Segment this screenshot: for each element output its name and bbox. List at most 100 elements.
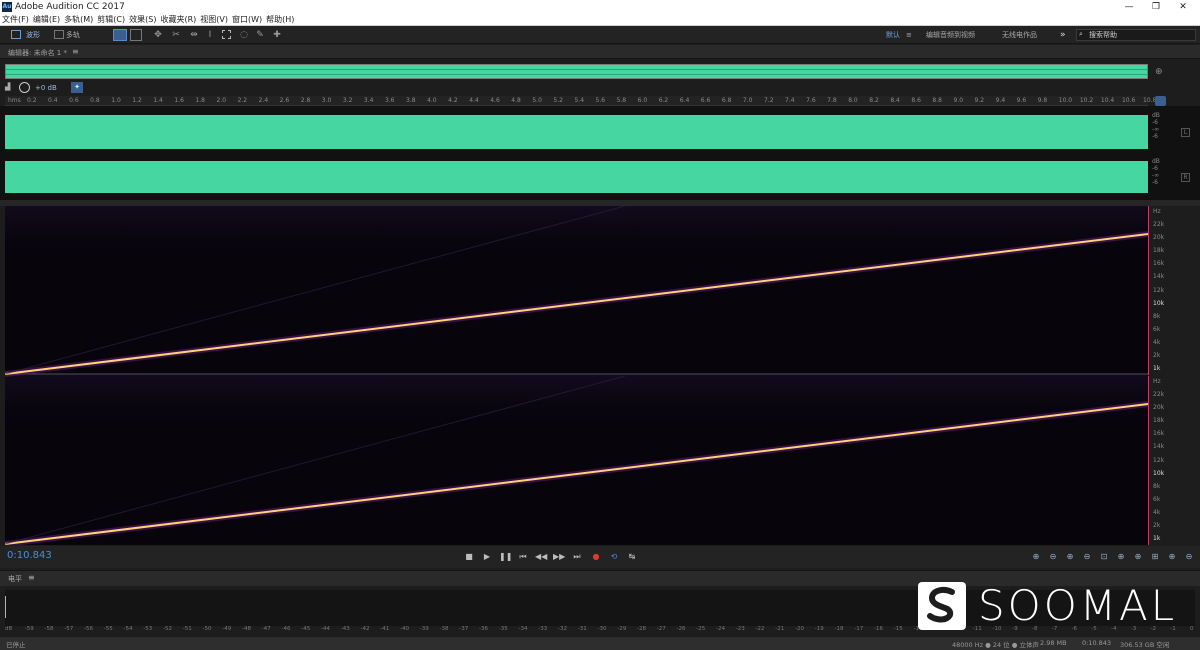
go-to-end-icon[interactable]: ⏭: [571, 551, 583, 563]
menu-help[interactable]: 帮助(H): [264, 14, 296, 26]
hz-tick-label: 22k: [1153, 391, 1165, 399]
pause-icon[interactable]: ❚❚: [499, 551, 512, 563]
panel-menu-icon[interactable]: ≡: [72, 47, 79, 56]
hz-tick-label: 22k: [1153, 221, 1165, 229]
more-workspaces-icon[interactable]: »: [1060, 29, 1066, 41]
lasso-tool-icon[interactable]: ◌: [239, 30, 249, 40]
menu-view[interactable]: 视图(V): [198, 14, 230, 26]
level-scale-label: -29: [617, 626, 627, 632]
level-scale-label: -43: [340, 626, 350, 632]
volume-knob[interactable]: [19, 82, 30, 93]
menu-edit[interactable]: 编辑(E): [31, 14, 62, 26]
ruler-tick-label: 6.0: [637, 97, 648, 104]
waveform-channel-left[interactable]: [5, 112, 1148, 152]
waveform-view-icon: [11, 30, 21, 39]
menu-file[interactable]: 文件(F): [0, 14, 31, 26]
razor-tool-icon[interactable]: ✂: [171, 30, 181, 40]
menu-window[interactable]: 窗口(W): [230, 14, 264, 26]
level-scale-label: dB: [5, 626, 13, 632]
workspace-menu-icon[interactable]: ≡: [906, 29, 912, 41]
levels-title: 电平: [8, 575, 22, 583]
channel-toggle-left[interactable]: L: [1181, 128, 1190, 137]
menu-favorites[interactable]: 收藏夹(R): [158, 14, 198, 26]
time-selection-tool-icon[interactable]: I: [205, 30, 215, 40]
hz-tick-label: 16k: [1153, 430, 1165, 438]
hz-tick-label: 4k: [1153, 508, 1161, 516]
move-tool-icon[interactable]: ✥: [153, 30, 163, 40]
spectral-pitch-button[interactable]: [130, 29, 142, 41]
record-icon[interactable]: ●: [590, 551, 602, 563]
channel-toggle-right[interactable]: R: [1181, 173, 1190, 182]
zoom-selection-icon[interactable]: ⊞: [1148, 551, 1162, 563]
soomal-wordmark: SOOMAL: [978, 581, 1178, 630]
zoom-in-amplitude-icon[interactable]: ⊕: [1029, 551, 1043, 563]
ruler-tick-label: 10.0: [1058, 97, 1073, 104]
marquee-tool-icon[interactable]: [222, 30, 231, 39]
hz-tick-label: Hz: [1153, 378, 1161, 385]
hz-scale-right: Hz 22k 20k 18k 16k 14k 12k 10k 8k 6k 4k 2k 1k: [1148, 376, 1176, 545]
maximize-button[interactable]: ❐: [1143, 0, 1169, 14]
ruler-tick-label: 2.8: [300, 97, 311, 104]
ruler-tick-label: 0.6: [69, 97, 79, 104]
zoom-in-time-icon[interactable]: ⊕: [1063, 551, 1077, 563]
rewind-icon[interactable]: ◀◀: [535, 551, 547, 563]
multitrack-view-icon: [54, 30, 64, 39]
menu-multitrack[interactable]: 多轨(M): [62, 14, 95, 26]
zoom-lock-icon[interactable]: [1155, 96, 1166, 106]
hz-tick-label: 16k: [1153, 260, 1165, 268]
ruler-tick-label: 5.8: [616, 97, 627, 104]
db-scale-right: dB -6 -∞ -6: [1152, 158, 1160, 186]
spectral-display-button[interactable]: [113, 29, 127, 41]
stop-icon[interactable]: ■: [463, 551, 475, 563]
brush-tool-icon[interactable]: ✎: [255, 30, 265, 40]
minimize-button[interactable]: —: [1116, 0, 1142, 14]
waveform-channel-right[interactable]: [5, 158, 1148, 196]
pin-icon[interactable]: ✦: [71, 82, 83, 93]
zoom-in-in-point-icon[interactable]: ⊕: [1114, 551, 1128, 563]
skip-icon[interactable]: ↹: [626, 551, 638, 563]
close-button[interactable]: ✕: [1170, 0, 1196, 14]
zoom-out-frequency-icon[interactable]: ⊖: [1182, 551, 1196, 563]
level-scale-label: -37: [459, 626, 469, 632]
ruler-tick-label: 3.2: [342, 97, 353, 104]
level-scale-label: -53: [143, 626, 153, 632]
menu-clip[interactable]: 剪辑(C): [95, 14, 127, 26]
search-input[interactable]: 搜索帮助: [1076, 29, 1196, 41]
multitrack-mode-button[interactable]: 多轨: [66, 29, 80, 41]
hz-tick-label: 6k: [1153, 325, 1161, 333]
zoom-in-frequency-icon[interactable]: ⊕: [1165, 551, 1179, 563]
play-icon[interactable]: ▶: [481, 551, 493, 563]
zoom-out-full-icon[interactable]: ⊡: [1097, 551, 1111, 563]
ruler-tick-label: 3.0: [321, 97, 332, 104]
volume-value[interactable]: +0 dB: [35, 84, 57, 92]
workspace-default[interactable]: 默认: [886, 29, 900, 41]
level-scale-label: -30: [597, 626, 607, 632]
zoom-in-out-point-icon[interactable]: ⊕: [1131, 551, 1145, 563]
levels-menu-icon[interactable]: ≡: [28, 573, 35, 582]
ruler-tick-label: 5.0: [532, 97, 542, 104]
healing-tool-icon[interactable]: ✚: [272, 30, 282, 40]
fast-forward-icon[interactable]: ▶▶: [553, 551, 565, 563]
zoom-out-amplitude-icon[interactable]: ⊖: [1046, 551, 1060, 563]
level-scale-label: -27: [656, 626, 666, 632]
menu-effects[interactable]: 效果(S): [127, 14, 158, 26]
ruler-tick-label: 7.0: [742, 97, 753, 104]
ruler-tick-label: 8.2: [869, 97, 879, 104]
hz-tick-label: 1k: [1153, 535, 1161, 542]
workspace-edit-audio-to-video[interactable]: 编辑音频到视频: [926, 29, 975, 41]
overview-waveform[interactable]: [5, 64, 1148, 79]
ruler-tick-label: 5.6: [595, 97, 606, 104]
waveform-mode-button[interactable]: 波形: [26, 29, 40, 41]
time-ruler[interactable]: hms 0.2 0.4 0.6 0.8 1.0 1.2 1.4 1.6 1.8 2.0 2.2 2.4…: [5, 96, 1156, 106]
workspace-radio-production[interactable]: 无线电作品: [1002, 29, 1037, 41]
level-scale-label: -25: [696, 626, 706, 632]
level-scale-label: 0: [1190, 626, 1194, 632]
timecode-display[interactable]: 0:10.843: [7, 550, 52, 561]
zoom-out-time-icon[interactable]: ⊖: [1080, 551, 1094, 563]
zoom-navigator-icon[interactable]: ⊕: [1155, 67, 1163, 77]
level-scale-label: -44: [321, 626, 330, 632]
slip-tool-icon[interactable]: ⇹: [189, 30, 199, 40]
spectral-frequency-display[interactable]: [5, 206, 1148, 545]
go-to-start-icon[interactable]: ⏮: [517, 551, 529, 563]
loop-icon[interactable]: ⟲: [608, 551, 620, 563]
